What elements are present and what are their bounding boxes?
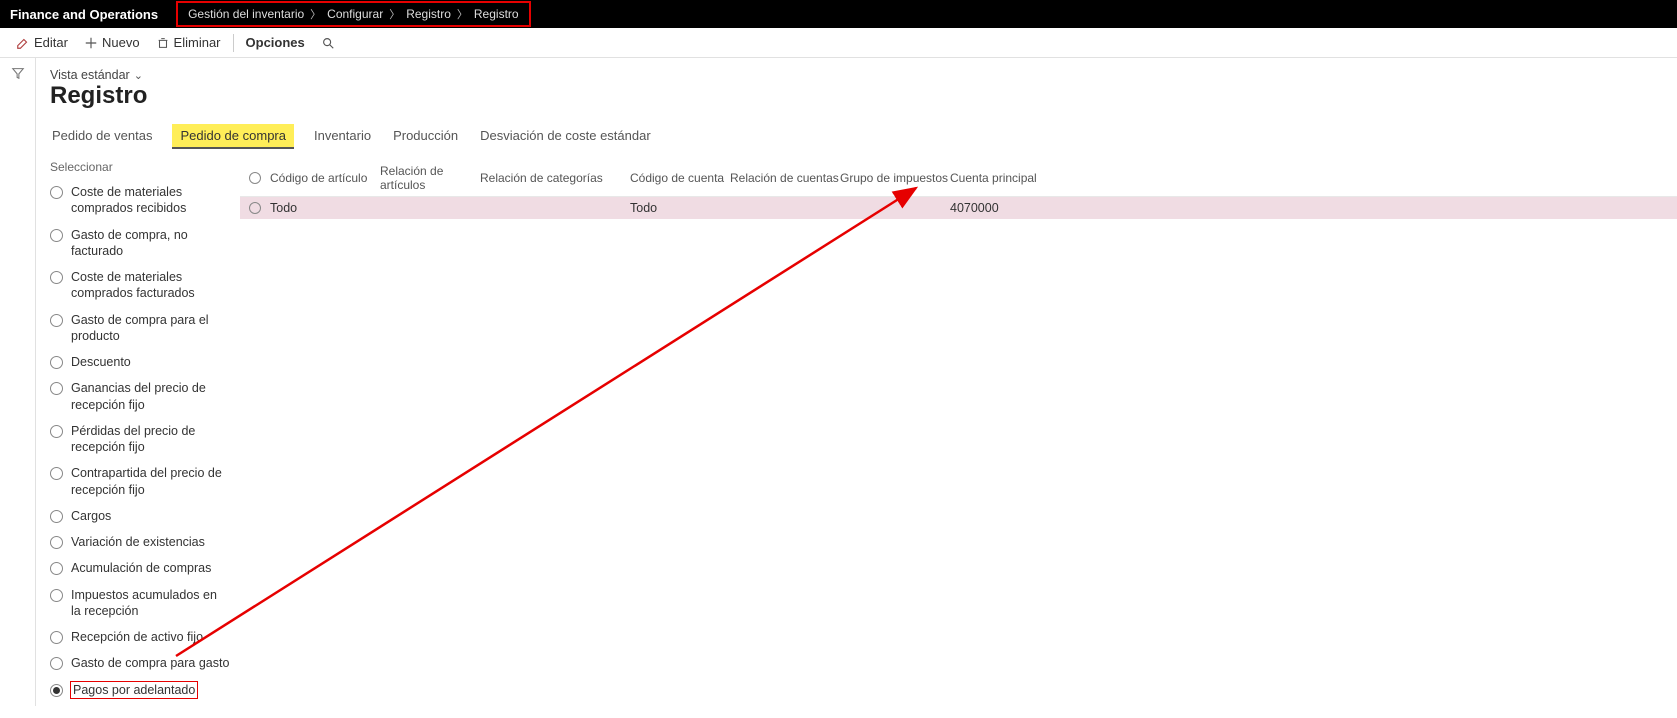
filter-pane-toggle[interactable] bbox=[0, 58, 36, 706]
data-grid: Código de artículo Relación de artículos… bbox=[240, 160, 1677, 702]
trash-icon bbox=[156, 36, 170, 50]
col-header[interactable]: Cuenta principal bbox=[950, 171, 1090, 185]
radio-icon bbox=[50, 425, 63, 438]
row-select-radio[interactable] bbox=[240, 202, 270, 214]
select-option[interactable]: Coste de materiales comprados facturados bbox=[50, 265, 230, 306]
radio-icon bbox=[50, 229, 63, 242]
tab-desviación-de-coste-estándar[interactable]: Desviación de coste estándar bbox=[478, 124, 653, 149]
search-icon bbox=[321, 36, 335, 50]
col-header[interactable]: Código de cuenta bbox=[630, 171, 730, 185]
select-option-label: Contrapartida del precio de recepción fi… bbox=[71, 465, 230, 498]
select-option-label: Gasto de compra para gasto bbox=[71, 655, 229, 671]
select-option[interactable]: Coste de materiales comprados recibidos bbox=[50, 180, 230, 221]
select-option[interactable]: Variación de existencias bbox=[50, 530, 230, 554]
chevron-right-icon: 〉 bbox=[457, 6, 468, 22]
col-header[interactable]: Grupo de impuestos bbox=[840, 171, 950, 185]
radio-icon bbox=[50, 536, 63, 549]
delete-button[interactable]: Eliminar bbox=[148, 28, 229, 57]
breadcrumb-item[interactable]: Gestión del inventario bbox=[188, 7, 304, 21]
select-option[interactable]: Acumulación de compras bbox=[50, 556, 230, 580]
cell-codigo-cuenta: Todo bbox=[630, 201, 730, 215]
select-option[interactable]: Gasto de compra para gasto bbox=[50, 651, 230, 675]
app-title: Finance and Operations bbox=[10, 7, 176, 22]
col-header[interactable]: Código de artículo bbox=[270, 171, 380, 185]
select-option-label: Ganancias del precio de recepción fijo bbox=[71, 380, 230, 413]
page-title: Registro bbox=[50, 82, 1677, 110]
select-all-radio[interactable] bbox=[240, 172, 270, 184]
select-option-label: Impuestos acumulados en la recepción bbox=[71, 587, 230, 620]
select-option-label: Variación de existencias bbox=[71, 534, 205, 550]
breadcrumb-item[interactable]: Registro bbox=[406, 7, 451, 21]
select-option[interactable]: Contrapartida del precio de recepción fi… bbox=[50, 461, 230, 502]
edit-button[interactable]: Editar bbox=[8, 28, 76, 57]
cell-codigo-articulo: Todo bbox=[270, 201, 380, 215]
divider bbox=[233, 34, 234, 52]
breadcrumb-item[interactable]: Configurar bbox=[327, 7, 383, 21]
select-option-label: Coste de materiales comprados recibidos bbox=[71, 184, 230, 217]
search-button[interactable] bbox=[313, 28, 347, 57]
radio-icon bbox=[50, 382, 63, 395]
radio-icon bbox=[50, 186, 63, 199]
topbar: Finance and Operations Gestión del inven… bbox=[0, 0, 1677, 28]
cell-cuenta-principal: 4070000 bbox=[950, 201, 1090, 215]
radio-icon bbox=[50, 589, 63, 602]
select-list: Coste de materiales comprados recibidos G… bbox=[50, 180, 230, 702]
edit-label: Editar bbox=[34, 35, 68, 50]
select-option-label: Gasto de compra para el producto bbox=[71, 312, 230, 345]
select-option-label: Pagos por adelantado bbox=[71, 682, 197, 698]
select-option[interactable]: Descuento bbox=[50, 350, 230, 374]
tab-inventario[interactable]: Inventario bbox=[312, 124, 373, 149]
select-option-label: Coste de materiales comprados facturados bbox=[71, 269, 230, 302]
breadcrumb-item[interactable]: Registro bbox=[474, 7, 519, 21]
radio-icon bbox=[50, 356, 63, 369]
select-option-label: Pérdidas del precio de recepción fijo bbox=[71, 423, 230, 456]
table-row[interactable]: Todo Todo 4070000 bbox=[240, 197, 1677, 219]
new-button[interactable]: Nuevo bbox=[76, 28, 148, 57]
chevron-down-icon: ⌄ bbox=[134, 69, 143, 82]
select-option[interactable]: Pagos por adelantado bbox=[50, 678, 230, 702]
plus-icon bbox=[84, 36, 98, 50]
select-option-label: Gasto de compra, no facturado bbox=[71, 227, 230, 260]
options-button[interactable]: Opciones bbox=[238, 28, 313, 57]
funnel-icon bbox=[11, 66, 25, 706]
select-option[interactable]: Gasto de compra, no facturado bbox=[50, 223, 230, 264]
new-label: Nuevo bbox=[102, 35, 140, 50]
chevron-right-icon: 〉 bbox=[389, 6, 400, 22]
radio-icon bbox=[50, 271, 63, 284]
breadcrumb: Gestión del inventario 〉 Configurar 〉 Re… bbox=[176, 1, 530, 27]
select-option-label: Descuento bbox=[71, 354, 131, 370]
select-heading: Seleccionar bbox=[50, 160, 230, 174]
radio-icon bbox=[50, 684, 63, 697]
radio-icon bbox=[50, 467, 63, 480]
col-header[interactable]: Relación de cuentas bbox=[730, 171, 840, 185]
tab-producción[interactable]: Producción bbox=[391, 124, 460, 149]
radio-icon bbox=[50, 631, 63, 644]
tab-pedido-de-ventas[interactable]: Pedido de ventas bbox=[50, 124, 154, 149]
radio-icon bbox=[50, 657, 63, 670]
select-option[interactable]: Impuestos acumulados en la recepción bbox=[50, 583, 230, 624]
chevron-right-icon: 〉 bbox=[310, 6, 321, 22]
select-option[interactable]: Ganancias del precio de recepción fijo bbox=[50, 376, 230, 417]
select-option[interactable]: Pérdidas del precio de recepción fijo bbox=[50, 419, 230, 460]
col-header[interactable]: Relación de artículos bbox=[380, 164, 480, 192]
select-option-label: Acumulación de compras bbox=[71, 560, 211, 576]
tab-bar: Pedido de ventas Pedido de compra Inventar… bbox=[50, 124, 1677, 150]
select-option-label: Recepción de activo fijo bbox=[71, 629, 203, 645]
col-header[interactable]: Relación de categorías bbox=[480, 171, 630, 185]
pencil-icon bbox=[16, 36, 30, 50]
radio-icon bbox=[50, 562, 63, 575]
radio-icon bbox=[50, 314, 63, 327]
select-option[interactable]: Recepción de activo fijo bbox=[50, 625, 230, 649]
options-label: Opciones bbox=[246, 35, 305, 50]
view-label: Vista estándar bbox=[50, 68, 130, 82]
select-option-label: Cargos bbox=[71, 508, 111, 524]
tab-pedido-de-compra[interactable]: Pedido de compra bbox=[172, 124, 294, 149]
action-bar: Editar Nuevo Eliminar Opciones bbox=[0, 28, 1677, 58]
grid-header: Código de artículo Relación de artículos… bbox=[240, 160, 1677, 197]
select-option[interactable]: Gasto de compra para el producto bbox=[50, 308, 230, 349]
radio-icon bbox=[50, 510, 63, 523]
delete-label: Eliminar bbox=[174, 35, 221, 50]
select-option[interactable]: Cargos bbox=[50, 504, 230, 528]
